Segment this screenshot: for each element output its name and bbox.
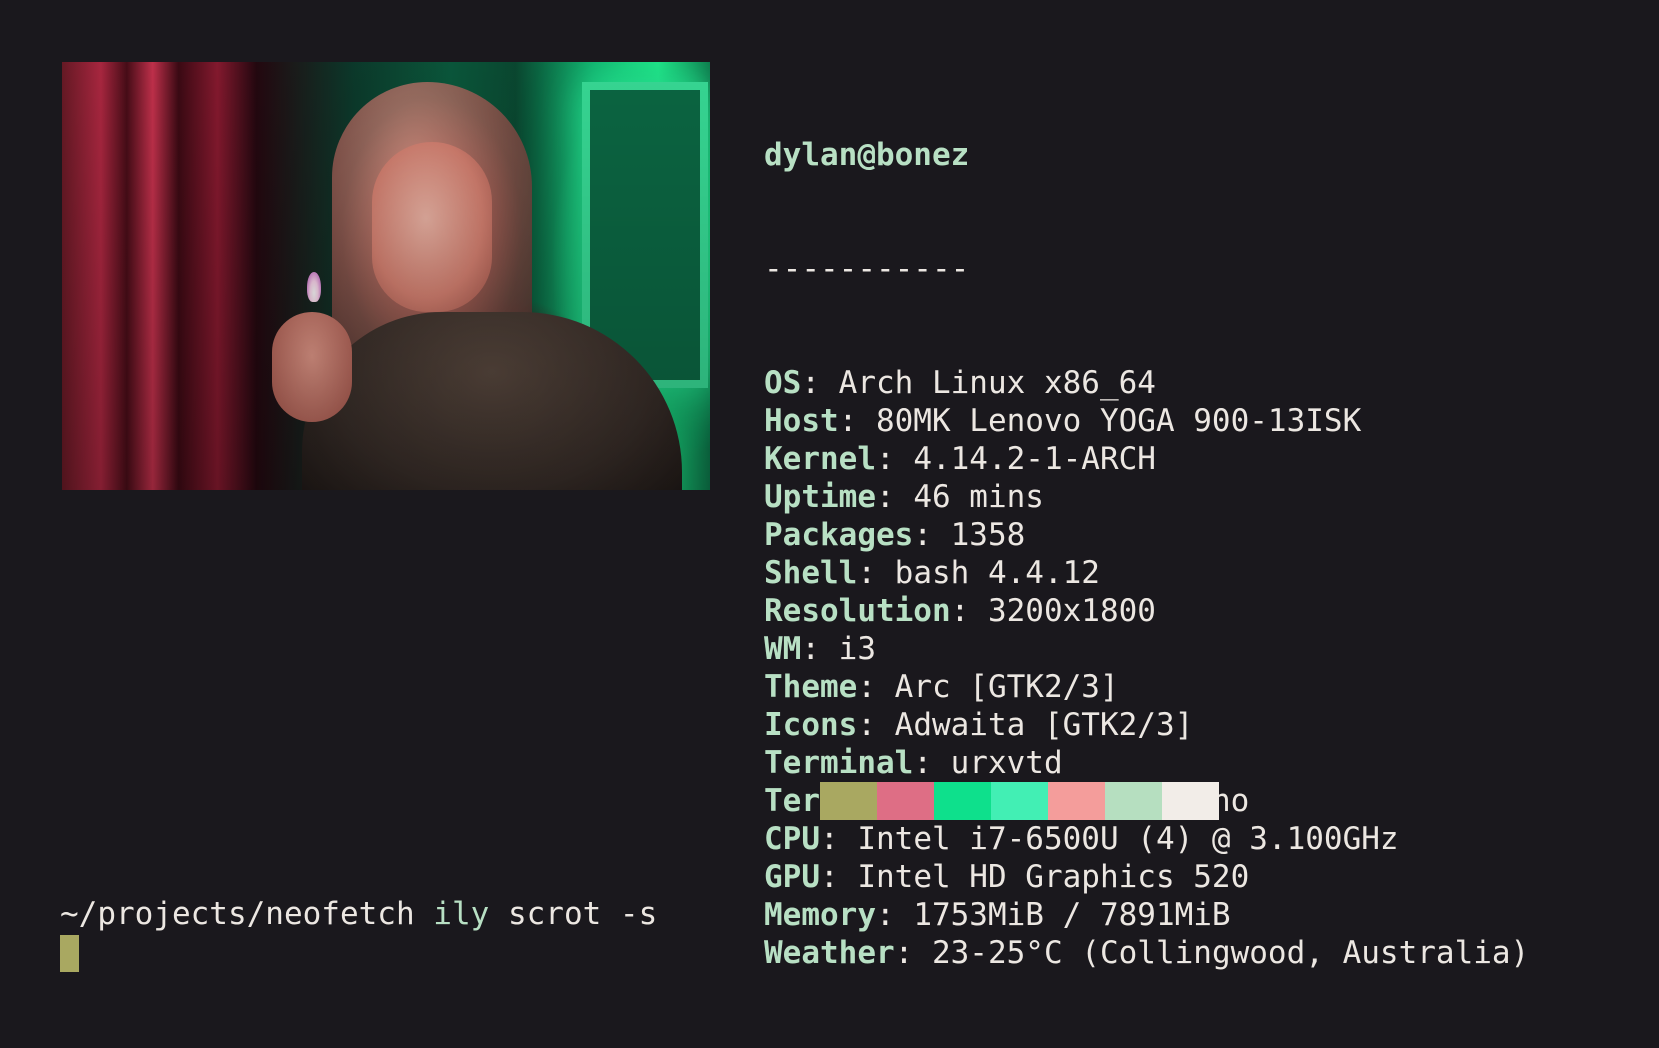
info-row: Shell: bash 4.4.12 [764,554,1529,592]
system-info: dylan@bonez ----------- OS: Arch Linux x… [764,60,1529,1048]
info-key: Icons [764,707,858,743]
info-row: Host: 80MK Lenovo YOGA 900-13ISK [764,402,1529,440]
info-key: Kernel [764,441,876,477]
info-key: Packages [764,517,914,553]
info-key: Uptime [764,479,876,515]
palette-swatch [991,782,1048,820]
prompt-path: ~/projects/neofetch [60,896,415,932]
info-separator: : [857,669,895,705]
info-row: Packages: 1358 [764,516,1529,554]
palette-swatch [1105,782,1162,820]
info-key: Shell [764,555,858,591]
terminal-cursor [60,935,79,972]
info-value: urxvtd [950,745,1063,781]
info-value: Intel i7-6500U (4) @ 3.100GHz [857,821,1399,857]
info-value: Adwaita [GTK2/3] [894,707,1194,743]
info-value: 80MK Lenovo YOGA 900-13ISK [875,403,1362,439]
info-separator: : [875,479,914,515]
palette-swatch [820,782,877,820]
info-key: CPU [764,821,820,857]
info-key: Weather [764,935,895,971]
info-row: GPU: Intel HD Graphics 520 [764,858,1529,896]
info-separator: : [801,631,839,667]
color-palette [820,782,1219,820]
info-key: WM [764,631,802,667]
info-value: 1358 [950,517,1026,553]
palette-swatch [1048,782,1105,820]
info-value: 1753MiB / 7891MiB [913,897,1231,933]
shell-prompt[interactable]: ~/projects/neofetch ily scrot -s [60,895,657,933]
info-key: OS [764,365,802,401]
info-separator: : [801,365,839,401]
info-row: Terminal: urxvtd [764,744,1529,782]
info-row: Icons: Adwaita [GTK2/3] [764,706,1529,744]
info-row: Kernel: 4.14.2-1-ARCH [764,440,1529,478]
info-key: Resolution [764,593,951,629]
info-value: 46 mins [913,479,1044,515]
info-value: i3 [838,631,876,667]
info-value: Arch Linux x86_64 [838,365,1156,401]
info-separator: : [875,441,914,477]
info-row: OS: Arch Linux x86_64 [764,364,1529,402]
info-key: Host [764,403,839,439]
info-row: CPU: Intel i7-6500U (4) @ 3.100GHz [764,820,1529,858]
info-value: 4.14.2-1-ARCH [913,441,1156,477]
photo-image [62,62,710,490]
info-separator: : [820,859,858,895]
palette-swatch [877,782,934,820]
info-row: Theme: Arc [GTK2/3] [764,668,1529,706]
info-key: Terminal [764,745,914,781]
info-value: bash 4.4.12 [894,555,1100,591]
info-separator: : [894,935,932,971]
info-separator: : [857,707,895,743]
info-separator: : [875,897,914,933]
palette-swatch [934,782,991,820]
info-value: 3200x1800 [987,593,1156,629]
palette-swatch [1162,782,1219,820]
terminal-window[interactable]: dylan@bonez ----------- OS: Arch Linux x… [0,0,1659,1032]
info-key: GPU [764,859,820,895]
info-separator: : [857,555,895,591]
info-row: WM: i3 [764,630,1529,668]
info-value: 23-25°C (Collingwood, Australia) [931,935,1530,971]
info-value: Intel HD Graphics 520 [857,859,1250,895]
info-separator: : [913,517,951,553]
user-host-title: dylan@bonez [764,137,970,173]
prompt-args: scrot -s [507,896,658,932]
info-separator: : [820,821,858,857]
info-row: Weather: 23-25°C (Collingwood, Australia… [764,934,1529,972]
info-key: Memory [764,897,876,933]
info-separator: : [913,745,951,781]
info-key: Theme [764,669,858,705]
info-value: Arc [GTK2/3] [894,669,1119,705]
info-row: Uptime: 46 mins [764,478,1529,516]
info-separator: : [950,593,988,629]
prompt-command: ily [433,896,490,932]
info-row: Resolution: 3200x1800 [764,592,1529,630]
title-underline: ----------- [764,251,970,287]
info-separator: : [838,403,876,439]
info-row: Memory: 1753MiB / 7891MiB [764,896,1529,934]
